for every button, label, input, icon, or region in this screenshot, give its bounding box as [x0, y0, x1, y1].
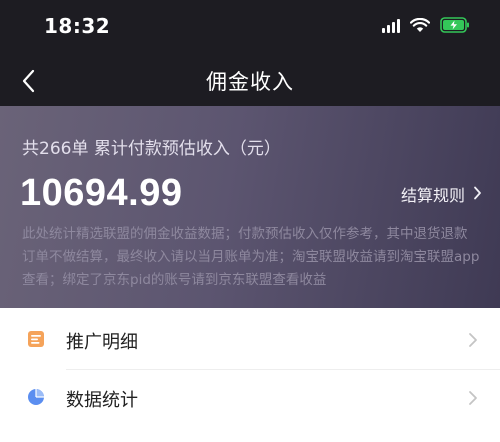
wifi-icon [410, 17, 430, 33]
status-bar: 18:32 [0, 0, 500, 54]
page-title: 佣金收入 [206, 70, 294, 94]
signal-icon [382, 17, 400, 33]
status-time: 18:32 [44, 14, 111, 38]
menu-item-promotion-details[interactable]: 推广明细 [0, 310, 500, 368]
menu-item-label: 数据统计 [66, 390, 138, 411]
menu-item-label: 推广明细 [66, 332, 138, 353]
chevron-right-icon [473, 185, 482, 204]
battery-charging-icon [440, 17, 470, 33]
settlement-rules-link[interactable]: 结算规则 [401, 182, 482, 206]
nav-bar: 佣金收入 [0, 54, 500, 106]
summary-note: 此处统计精选联盟的佣金收益数据；付款预估收入仅作参考，其中退货退款订单不做结算，… [22, 226, 480, 288]
document-list-icon [27, 330, 45, 348]
chevron-right-icon [468, 332, 478, 348]
status-icons [382, 17, 470, 33]
income-amount: 10694.99 [20, 172, 183, 214]
menu-item-data-statistics[interactable]: 数据统计 [0, 368, 500, 426]
income-summary: 共266单 累计付款预估收入（元） 10694.99 结算规则 此处统计精选联盟… [0, 106, 500, 308]
menu-list: 推广明细 数据统计 [0, 308, 500, 442]
chevron-right-icon [468, 390, 478, 406]
summary-caption: 共266单 累计付款预估收入（元） [22, 139, 281, 159]
pie-chart-icon [27, 388, 45, 406]
settlement-rules-label: 结算规则 [400, 186, 465, 205]
